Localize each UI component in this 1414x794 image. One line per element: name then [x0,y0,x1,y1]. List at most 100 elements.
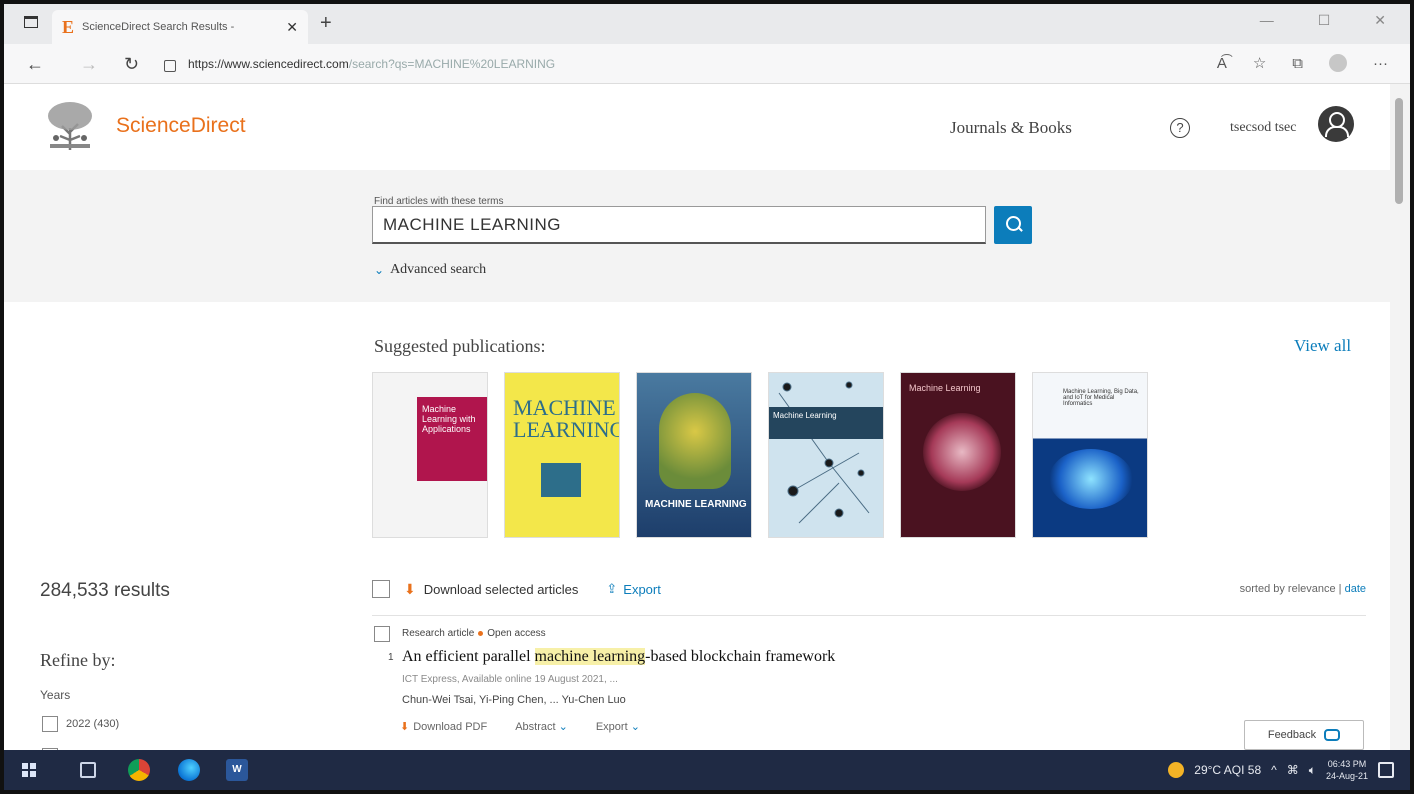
journals-books-link[interactable]: Journals & Books [950,118,1072,138]
feedback-label: Feedback [1267,729,1317,741]
chevron-down-icon: ⌄ [630,721,640,733]
suggested-covers: Machine Learning with Applications MACHI… [372,372,1148,538]
more-icon[interactable]: ··· [1373,55,1388,72]
select-all-checkbox[interactable] [372,580,390,598]
title-part: An efficient parallel [402,648,535,665]
brand-logo-text[interactable]: ScienceDirect [116,114,246,138]
weather-text[interactable]: 29°C AQI 58 [1194,763,1261,777]
cover-graphic [659,393,731,489]
lock-icon[interactable] [164,60,176,72]
close-tab-icon[interactable]: ✕ [286,19,298,36]
article-authors: Chun-Wei Tsai, Yi-Ping Chen, ... Yu-Chen… [402,694,626,706]
view-all-link[interactable]: View all [1294,336,1351,356]
refresh-icon[interactable]: ↻ [124,54,139,75]
download-selected-button[interactable]: Download selected articles [424,582,579,597]
year-label: 2022 (430) [66,718,120,730]
favorites-icon[interactable]: ☆ [1253,54,1266,72]
browser-tab[interactable]: E ScienceDirect Search Results - ✕ [52,10,308,44]
search-button[interactable] [994,206,1032,244]
sort-relevance-link[interactable]: sorted by relevance | [1240,583,1345,595]
download-pdf-label: Download PDF [413,721,488,733]
help-icon[interactable]: ? [1170,118,1190,138]
tab-title: ScienceDirect Search Results - [82,21,235,33]
weather-icon[interactable] [1168,762,1185,778]
collections-icon[interactable]: ⧉ [1292,55,1303,72]
search-input[interactable] [372,206,986,244]
results-count: 284,533 results [40,580,170,601]
cover-title: Machine Learning [769,407,883,439]
profile-icon[interactable] [1329,54,1347,72]
toolbar-divider [372,615,1366,616]
publication-cover[interactable]: MACHINE LEARNING [504,372,620,538]
sort-options: sorted by relevance | date [1240,583,1366,595]
avatar[interactable] [1318,106,1354,142]
article-checkbox[interactable] [374,626,390,642]
abstract-toggle[interactable]: Abstract ⌄ [515,720,568,733]
back-icon[interactable]: ← [26,54,44,75]
year-checkbox[interactable] [42,716,58,732]
chevron-down-icon: ⌄ [558,721,568,733]
task-view-icon[interactable] [80,762,96,778]
forward-icon[interactable]: → [80,54,98,75]
read-aloud-icon[interactable]: A͡ [1217,55,1227,72]
username[interactable]: tsecsod tsec [1230,120,1296,136]
clock[interactable]: 06:43 PM 24-Aug-21 [1326,758,1368,782]
cover-title: MACHINE LEARNING [513,395,620,442]
word-icon[interactable]: W [226,759,248,781]
scrollbar-thumb[interactable] [1395,98,1403,204]
window-menu-icon[interactable] [24,16,38,28]
article-meta: Research article Open access [402,628,546,639]
clock-date: 24-Aug-21 [1325,771,1368,781]
chrome-icon[interactable] [128,759,150,781]
publication-cover[interactable]: Machine Learning [900,372,1016,538]
notifications-icon[interactable] [1378,762,1394,778]
advanced-search-link[interactable]: ⌄ Advanced search [374,262,486,278]
publication-cover[interactable]: Machine Learning, Big Data, and IoT for … [1032,372,1148,538]
sort-date-link[interactable]: date [1345,583,1366,595]
search-band: Find articles with these terms ⌄ Advance… [4,170,1390,302]
export-button[interactable]: Export [623,582,661,597]
close-window-icon[interactable]: ✕ [1374,12,1386,29]
year-filter-item[interactable]: 2022 (430) [42,716,119,732]
screen: E ScienceDirect Search Results - ✕ + — ☐… [0,0,1414,794]
publication-cover[interactable]: MACHINE LEARNING [636,372,752,538]
publication-cover[interactable]: Machine Learning [768,372,884,538]
chevron-up-icon[interactable]: ^ [1271,763,1277,777]
windows-start-icon[interactable] [22,763,36,777]
cover-graphic [923,413,1001,491]
cover-title: Machine Learning with Applications [417,397,487,481]
article-actions: ⬇ Download PDF Abstract ⌄ Export ⌄ [400,720,640,733]
minimize-icon[interactable]: — [1260,12,1274,29]
window-controls: — ☐ ✕ [1260,12,1386,29]
url-text: https://www.sciencedirect.com/search?qs=… [188,57,555,71]
publication-cover[interactable]: Machine Learning with Applications [372,372,488,538]
new-tab-icon[interactable]: + [320,12,332,35]
page-scrollbar[interactable] [1390,84,1410,750]
article-number: 1 [388,652,394,663]
article-title-link[interactable]: An efficient parallel machine learning-b… [402,648,835,666]
network-icon[interactable]: ⌘ [1287,763,1299,777]
article-access: Open access [487,628,546,639]
cover-graphic [1049,449,1133,509]
url-field[interactable]: https://www.sciencedirect.com/search?qs=… [164,52,555,76]
years-label: Years [40,688,71,702]
article-export-toggle[interactable]: Export ⌄ [596,720,640,733]
export-icon: ⇪ [606,581,618,596]
feedback-button[interactable]: Feedback [1244,720,1364,750]
volume-icon[interactable]: 🔈︎ [1309,763,1316,778]
chat-bubble-icon [1324,729,1341,741]
article-source[interactable]: ICT Express, Available online 19 August … [402,674,618,685]
url-path: /search?qs=MACHINE%20LEARNING [348,57,556,71]
refine-title: Refine by: [40,650,116,670]
edge-icon[interactable] [178,759,200,781]
elsevier-tree-logo-icon[interactable] [42,98,98,154]
title-part: -based blockchain framework [645,648,836,665]
article-export-label: Export [595,721,628,733]
chevron-down-icon: ⌄ [374,262,385,277]
open-access-icon [478,631,484,636]
maximize-icon[interactable]: ☐ [1318,12,1331,29]
download-pdf-button[interactable]: ⬇ Download PDF [400,720,487,733]
advanced-search-label: Advanced search [390,262,487,277]
cover-title: MACHINE LEARNING [645,499,747,510]
cover-network-graphic [778,381,870,524]
